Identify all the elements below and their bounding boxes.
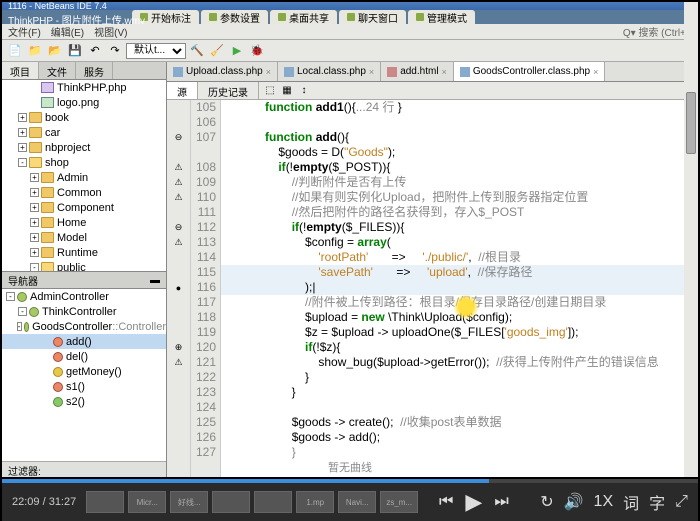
- navigator-tree[interactable]: -AdminController-ThinkController-GoodsCo…: [2, 289, 166, 461]
- tree-item[interactable]: +Common: [2, 185, 166, 200]
- editor-tab[interactable]: GoodsController.class.php×: [454, 62, 606, 81]
- editor-tab[interactable]: add.html×: [381, 62, 454, 81]
- tree-item[interactable]: -public: [2, 260, 166, 271]
- toolbar: 📄 📁 📂 💾 ↶ ↷ 默认t... 🔨 🧹 ▶ 🐞: [2, 40, 698, 62]
- tree-item[interactable]: +Admin: [2, 170, 166, 185]
- thumbnail[interactable]: 1.mp: [296, 491, 334, 513]
- clean-icon[interactable]: 🧹: [208, 42, 226, 60]
- nav-item[interactable]: -ThinkController: [2, 304, 166, 319]
- time-display: 22:09 / 31:27: [12, 496, 76, 508]
- play-icon[interactable]: ▶: [465, 489, 482, 515]
- thumbnail[interactable]: [212, 491, 250, 513]
- tab-files[interactable]: 文件: [39, 62, 76, 79]
- editor-tab[interactable]: Local.class.php×: [278, 62, 381, 81]
- navigator-header: 导航器 ▬: [2, 271, 166, 289]
- app-tabs: ThinkPHP - 图片附件上传.wmv 开始标注 参数设置 桌面共享 聊天窗…: [2, 10, 698, 24]
- ed-tool-icon[interactable]: ↕: [297, 84, 311, 98]
- tree-item[interactable]: +Home: [2, 215, 166, 230]
- tree-item[interactable]: +Runtime: [2, 245, 166, 260]
- control-button[interactable]: ⤢: [675, 493, 688, 511]
- tree-item[interactable]: +Component: [2, 200, 166, 215]
- build-icon[interactable]: 🔨: [188, 42, 206, 60]
- filter-bar: 过滤器:: [2, 461, 166, 477]
- editor-tab[interactable]: Upload.class.php×: [167, 62, 278, 81]
- progress-bar[interactable]: [2, 479, 698, 483]
- nav-item[interactable]: del(): [2, 349, 166, 364]
- tab-admin[interactable]: 管理模式: [408, 10, 475, 24]
- doc-title: ThinkPHP - 图片附件上传.wmv: [8, 12, 145, 27]
- video-controls: 22:09 / 31:27 Micr...好线... 1.mpNavi...zs_…: [2, 479, 698, 521]
- tree-item[interactable]: logo.png: [2, 95, 166, 110]
- control-button[interactable]: 1X: [594, 493, 614, 511]
- thumbnail[interactable]: Micr...: [128, 491, 166, 513]
- tree-item[interactable]: +book: [2, 110, 166, 125]
- tree-item[interactable]: ThinkPHP.php: [2, 80, 166, 95]
- history-tab[interactable]: 历史记录: [198, 82, 259, 99]
- control-button[interactable]: 词: [623, 490, 639, 514]
- scrollbar-vertical[interactable]: [684, 2, 698, 477]
- debug-icon[interactable]: 🐞: [248, 42, 266, 60]
- project-tree[interactable]: ThinkPHP.phplogo.png+book+car+nbproject-…: [2, 80, 166, 271]
- ed-tool-icon[interactable]: ▦: [280, 84, 294, 98]
- nav-item[interactable]: getMoney(): [2, 364, 166, 379]
- tree-item[interactable]: -shop: [2, 155, 166, 170]
- nav-item[interactable]: -GoodsController::Controller: [2, 319, 166, 334]
- redo-icon[interactable]: ↷: [106, 42, 124, 60]
- prev-icon[interactable]: ⏮: [439, 493, 453, 511]
- thumbnail[interactable]: [254, 491, 292, 513]
- tab-params[interactable]: 参数设置: [201, 10, 268, 24]
- watermark: 暂无曲线: [328, 459, 372, 475]
- nav-item[interactable]: -AdminController: [2, 289, 166, 304]
- tab-projects[interactable]: 项目: [2, 62, 39, 79]
- tab-services[interactable]: 服务: [76, 62, 113, 79]
- save-icon[interactable]: 💾: [66, 42, 84, 60]
- control-button[interactable]: 字: [649, 490, 665, 514]
- tab-chat[interactable]: 聊天窗口: [339, 10, 406, 24]
- tree-item[interactable]: +nbproject: [2, 140, 166, 155]
- new-file-icon[interactable]: 📄: [6, 42, 24, 60]
- search-box[interactable]: Q▾ 搜索 (Ctrl+I): [623, 24, 692, 39]
- control-button[interactable]: ↻: [540, 492, 553, 512]
- control-button[interactable]: 🔊: [564, 492, 584, 512]
- run-icon[interactable]: ▶: [228, 42, 246, 60]
- tab-share[interactable]: 桌面共享: [270, 10, 337, 24]
- window-title: 1116 - NetBeans IDE 7.4: [8, 2, 107, 10]
- thumbnail[interactable]: 好线...: [170, 491, 208, 513]
- open-icon[interactable]: 📂: [46, 42, 64, 60]
- next-icon[interactable]: ⏭: [494, 493, 508, 511]
- editor-tabs: Upload.class.php×Local.class.php×add.htm…: [167, 62, 698, 82]
- thumbnail[interactable]: Navi...: [338, 491, 376, 513]
- nav-item[interactable]: add(): [2, 334, 166, 349]
- undo-icon[interactable]: ↶: [86, 42, 104, 60]
- new-project-icon[interactable]: 📁: [26, 42, 44, 60]
- ed-tool-icon[interactable]: ⬚: [263, 84, 277, 98]
- nav-item[interactable]: s2(): [2, 394, 166, 409]
- nav-item[interactable]: s1(): [2, 379, 166, 394]
- config-select[interactable]: 默认t...: [126, 43, 186, 59]
- tree-item[interactable]: +car: [2, 125, 166, 140]
- tree-item[interactable]: +Model: [2, 230, 166, 245]
- code-editor[interactable]: ⊖⚠⚠⚠⊖⚠●⊕⚠ 105106107108109110111112113114…: [167, 100, 698, 477]
- thumbnail[interactable]: zs_m...: [380, 491, 418, 513]
- thumbnail[interactable]: [86, 491, 124, 513]
- source-tab[interactable]: 源: [167, 82, 198, 99]
